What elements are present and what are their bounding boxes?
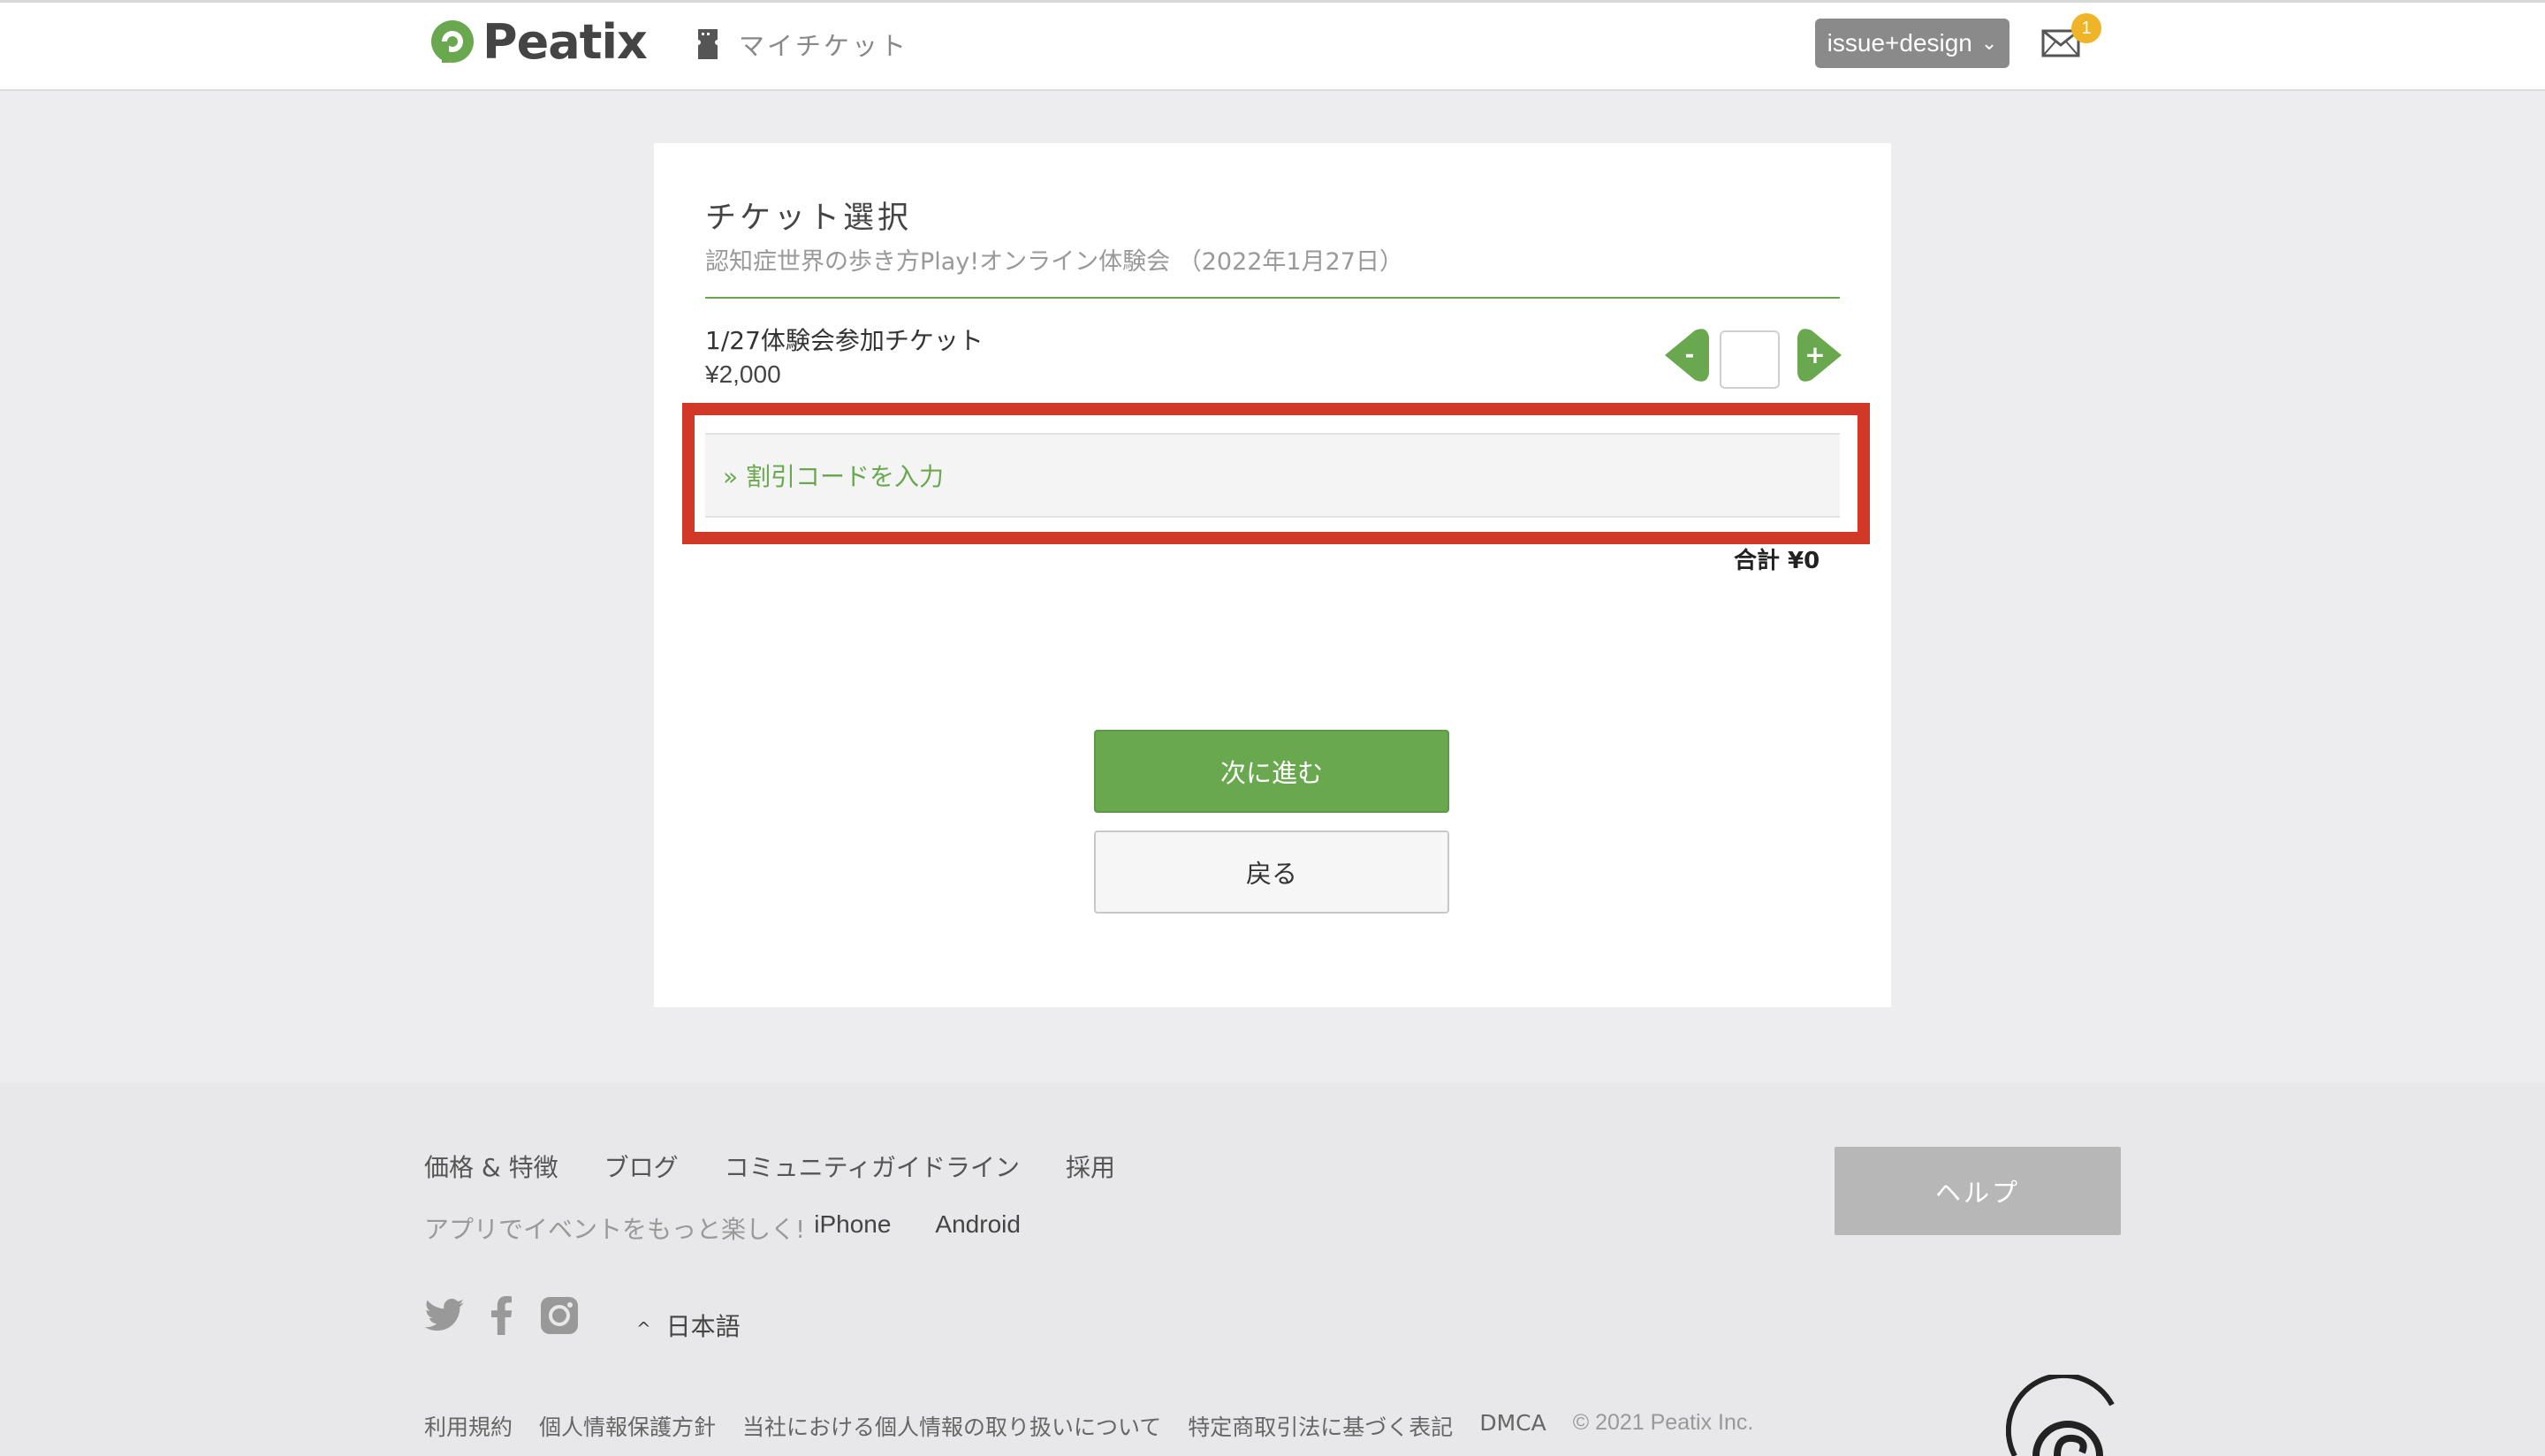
ticket-name: 1/27体験会参加チケット <box>705 326 984 355</box>
footer-link-pricing[interactable]: 価格 & 特徴 <box>424 1149 558 1184</box>
increase-quantity-button[interactable]: + <box>1794 329 1843 382</box>
peatix-logo-icon <box>431 20 474 63</box>
highlight-annotation-box <box>682 403 1870 544</box>
app-promo: アプリでイベントをもっと楽しく! iPhone Android <box>424 1210 1021 1246</box>
legal-link-dmca[interactable]: DMCA <box>1479 1410 1546 1442</box>
language-label: 日本語 <box>665 1312 741 1341</box>
language-selector[interactable]: ^ 日本語 <box>636 1308 741 1343</box>
legal-links: 利用規約 個人情報保護方針 当社における個人情報の取り扱いについて 特定商取引法… <box>424 1410 1780 1442</box>
peatix-logo[interactable]: Peatix <box>429 13 648 70</box>
legal-link-privacy-policy[interactable]: 個人情報保護方針 <box>539 1410 716 1442</box>
title-divider <box>705 297 1840 299</box>
iphone-app-link[interactable]: iPhone <box>814 1210 891 1246</box>
ticket-price: ¥2,000 <box>705 360 781 388</box>
user-menu-button[interactable]: issue+design ⌄ <box>1815 19 2009 68</box>
footer-link-blog[interactable]: ブログ <box>604 1149 679 1184</box>
legal-link-terms[interactable]: 利用規約 <box>424 1410 513 1442</box>
facebook-icon[interactable] <box>491 1296 513 1335</box>
my-tickets-link[interactable]: マイチケット <box>696 26 908 63</box>
site-footer: 価格 & 特徴 ブログ コミュニティガイドライン 採用 アプリでイベントをもっと… <box>0 1083 2545 1456</box>
footer-link-guidelines[interactable]: コミュニティガイドライン <box>725 1149 1020 1184</box>
social-links <box>424 1295 606 1336</box>
plus-icon: + <box>1804 340 1825 369</box>
page-title: チケット選択 <box>705 201 913 236</box>
next-button[interactable]: 次に進む <box>1094 730 1449 813</box>
ticket-selection-card: チケット選択 認知症世界の歩き方Play!オンライン体験会 （2022年1月27… <box>654 143 1891 1007</box>
instagram-icon[interactable] <box>539 1295 580 1336</box>
user-menu-label: issue+design <box>1827 29 1972 57</box>
copyright: © 2021 Peatix Inc. <box>1572 1410 1754 1435</box>
event-subtitle: 認知症世界の歩き方Play!オンライン体験会 （2022年1月27日） <box>705 248 1403 276</box>
order-total: 合計 ¥0 <box>1734 548 1820 574</box>
legal-link-commercial-law[interactable]: 特定商取引法に基づく表記 <box>1188 1410 1453 1442</box>
chevron-up-icon: ^ <box>636 1318 651 1339</box>
quantity-input[interactable] <box>1720 330 1780 389</box>
chevron-down-icon: ⌄ <box>1980 32 1998 54</box>
twitter-icon[interactable] <box>424 1299 465 1332</box>
android-app-link[interactable]: Android <box>935 1210 1021 1246</box>
decrease-quantity-button[interactable]: - <box>1663 329 1713 382</box>
notification-badge: 1 <box>2071 13 2101 43</box>
help-button[interactable]: ヘルプ <box>1835 1147 2121 1235</box>
footer-nav: 価格 & 特徴 ブログ コミュニティガイドライン 採用 <box>424 1149 1161 1184</box>
app-promo-text: アプリでイベントをもっと楽しく! <box>424 1215 806 1244</box>
footer-link-careers[interactable]: 採用 <box>1066 1149 1115 1184</box>
ticket-icon <box>698 29 718 59</box>
back-button[interactable]: 戻る <box>1094 830 1449 914</box>
minus-icon: - <box>1685 342 1695 368</box>
legal-link-personal-info[interactable]: 当社における個人情報の取り扱いについて <box>742 1410 1161 1442</box>
site-header: Peatix マイチケット issue+design ⌄ 1 <box>0 3 2545 91</box>
logo-text: Peatix <box>482 13 648 70</box>
my-tickets-label: マイチケット <box>739 31 909 61</box>
privacy-mark-icon <box>2006 1375 2115 1456</box>
